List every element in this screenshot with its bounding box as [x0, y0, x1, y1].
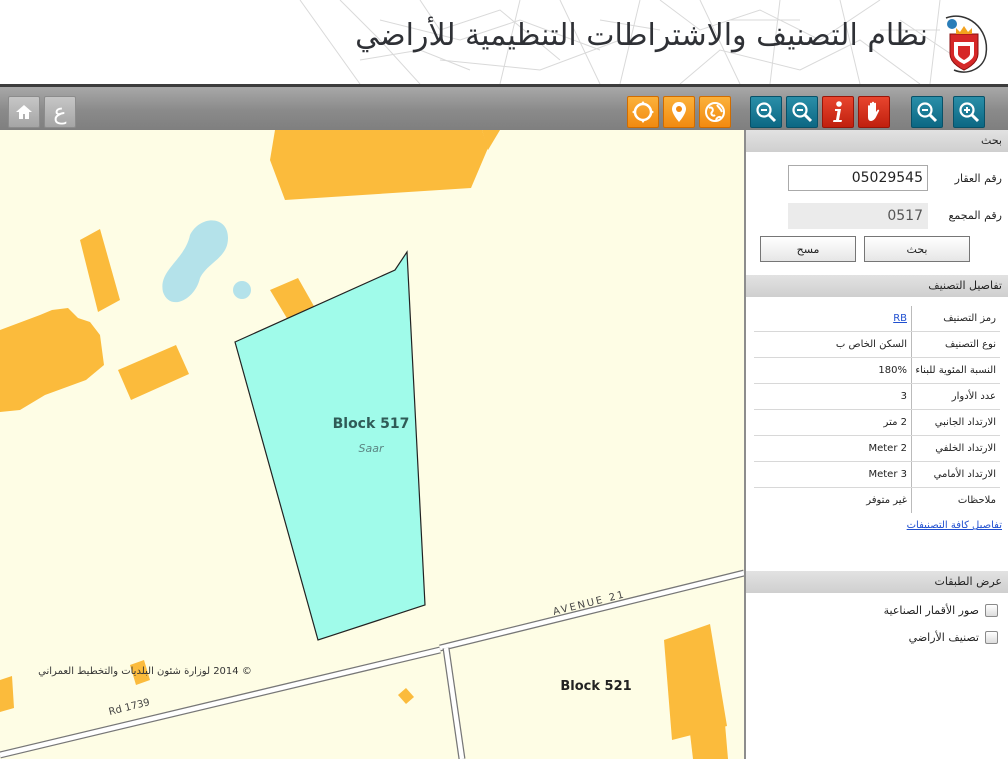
detail-label: النسبة المئوية للبناء: [916, 365, 996, 376]
detail-row: الارتداد الأمامي Meter 3: [754, 462, 1000, 488]
layer-label: صور الأقمار الصناعية: [883, 604, 979, 617]
block-number-value: 0517: [887, 208, 923, 224]
pond: [233, 281, 251, 299]
area-name-label: Saar: [359, 442, 385, 455]
detail-label: الارتداد الأمامي: [933, 469, 996, 480]
zoom-in-icon[interactable]: [953, 96, 985, 128]
app-header: نظام التصنيف والاشتراطات التنظيمية للأرا…: [0, 0, 1008, 84]
classification-code-link[interactable]: RB: [893, 313, 907, 324]
zoom-out-box-icon[interactable]: [750, 96, 782, 128]
search-button[interactable]: بحث: [864, 236, 970, 262]
detail-value: 2 متر: [884, 410, 912, 435]
detail-value: RB: [893, 306, 912, 331]
pan-extent-icon[interactable]: [627, 96, 659, 128]
map-pin-icon[interactable]: [663, 96, 695, 128]
block-517-label: Block 517: [333, 416, 410, 432]
detail-label: نوع التصنيف: [945, 339, 996, 350]
all-classifications-link[interactable]: تفاصيل كافة التصنيفات: [907, 520, 1002, 531]
detail-row: عدد الأدوار 3: [754, 384, 1000, 410]
water-layer: [162, 220, 251, 303]
side-panel: بحث رقم العقار 05029545 رقم المجمع 0517 …: [744, 130, 1008, 759]
map-toolbar: ع: [0, 84, 1008, 130]
detail-row: الارتداد الخلفي Meter 2: [754, 436, 1000, 462]
building: [118, 345, 189, 400]
detail-row: الارتداد الجانبي 2 متر: [754, 410, 1000, 436]
layer-label: تصنيف الأراضي: [908, 631, 979, 644]
layer-satellite[interactable]: صور الأقمار الصناعية: [884, 604, 998, 617]
building: [270, 130, 488, 200]
pond: [162, 220, 228, 303]
parcel-block-517[interactable]: [234, 250, 426, 641]
building: [0, 308, 104, 412]
building: [398, 688, 414, 704]
satellite-layer-checkbox[interactable]: [985, 604, 998, 617]
classification-section-heading: تفاصيل التصنيف: [746, 275, 1008, 297]
detail-label: عدد الأدوار: [951, 391, 996, 402]
block-number-field: 0517: [788, 203, 928, 229]
property-number-input[interactable]: 05029545: [788, 165, 928, 191]
detail-label: رمز التصنيف: [943, 313, 996, 324]
home-icon[interactable]: [8, 96, 40, 128]
language-toggle-label: ع: [53, 99, 67, 125]
detail-label: الارتداد الخلفي: [935, 443, 996, 454]
search-section-heading: بحث: [746, 130, 1008, 152]
layer-land-classification[interactable]: تصنيف الأراضي: [909, 631, 998, 644]
globe-icon[interactable]: [699, 96, 731, 128]
detail-value: غير متوفر: [866, 488, 912, 513]
building: [80, 229, 120, 312]
map-canvas[interactable]: Block 517 Saar Block 521 AVENUE 21 Rd 17…: [0, 130, 744, 759]
building: [0, 676, 14, 712]
detail-label: الارتداد الجانبي: [934, 417, 996, 428]
detail-value: السكن الخاص ب: [836, 332, 912, 357]
zoom-out-icon[interactable]: [911, 96, 943, 128]
detail-row: ملاحظات غير متوفر: [754, 488, 1000, 514]
bahrain-emblem-icon: [936, 14, 994, 76]
info-icon[interactable]: [822, 96, 854, 128]
detail-value: Meter 2: [868, 436, 912, 461]
pan-hand-icon[interactable]: [858, 96, 890, 128]
detail-value: 3: [901, 384, 912, 409]
zoom-out-box-icon[interactable]: [786, 96, 818, 128]
land-classification-layer-checkbox[interactable]: [985, 631, 998, 644]
detail-value: Meter 3: [868, 462, 912, 487]
arabic-letter-ain-icon[interactable]: ع: [44, 96, 76, 128]
block-number-label: رقم المجمع: [948, 209, 1002, 222]
property-number-label: رقم العقار: [954, 172, 1002, 185]
layers-section-heading: عرض الطبقات: [746, 571, 1008, 593]
app-title: نظام التصنيف والاشتراطات التنظيمية للأرا…: [355, 18, 928, 53]
clear-button[interactable]: مسح: [760, 236, 856, 262]
building: [688, 712, 728, 759]
property-number-value: 05029545: [851, 170, 923, 186]
detail-row: نوع التصنيف السكن الخاص ب: [754, 332, 1000, 358]
road-1739-label: Rd 1739: [108, 697, 151, 718]
detail-label: ملاحظات: [957, 495, 996, 506]
detail-row: رمز التصنيف RB: [754, 306, 1000, 332]
block-521-label: Block 521: [560, 679, 631, 694]
detail-value: 180%: [878, 358, 912, 383]
detail-row: النسبة المئوية للبناء 180%: [754, 358, 1000, 384]
copyright-label: © 2014 لوزارة شئون البلديات والتخطيط الع…: [38, 666, 252, 677]
